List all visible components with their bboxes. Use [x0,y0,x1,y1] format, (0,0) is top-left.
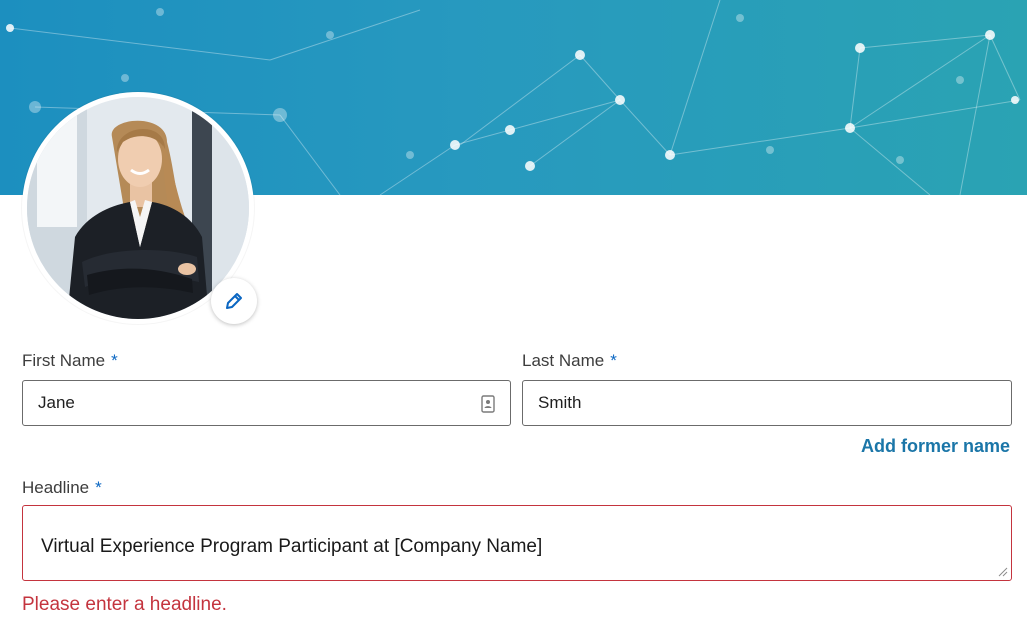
last-name-value: Smith [538,393,582,412]
resize-handle-icon[interactable] [998,567,1008,577]
headline-label: Headline * [22,478,102,498]
first-name-label: First Name * [22,351,118,371]
last-name-label: Last Name * [522,351,617,371]
headline-label-text: Headline [22,478,90,497]
required-indicator: * [111,351,118,370]
required-indicator: * [610,351,617,370]
first-name-value: Jane [38,393,75,412]
contact-card-icon[interactable] [481,395,495,413]
required-indicator: * [95,478,102,497]
headline-value: Virtual Experience Program Participant a… [41,536,543,557]
add-former-name-link[interactable]: Add former name [861,436,1010,457]
last-name-label-text: Last Name [522,351,605,370]
last-name-input[interactable]: Smith [522,380,1012,426]
headline-textarea[interactable]: Virtual Experience Program Participant a… [22,505,1012,581]
pencil-icon [226,293,242,309]
headline-error-message: Please enter a headline. [22,594,227,615]
first-name-input[interactable]: Jane [22,380,511,426]
edit-photo-button[interactable] [211,278,257,324]
first-name-label-text: First Name [22,351,106,370]
